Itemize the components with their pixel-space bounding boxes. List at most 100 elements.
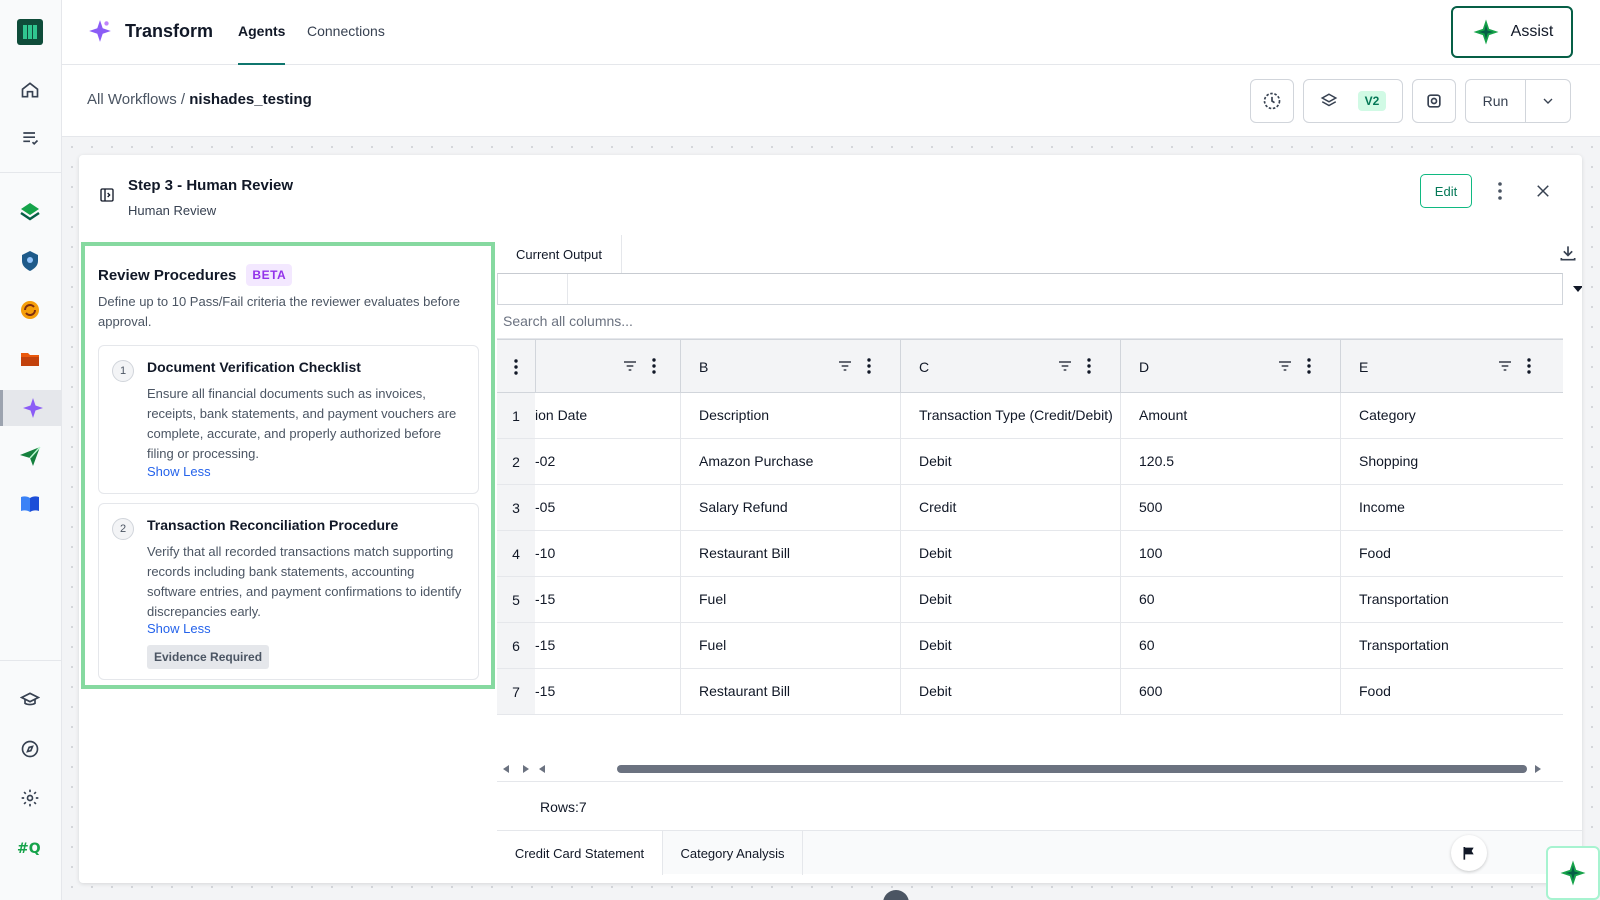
edit-button[interactable]: Edit	[1420, 174, 1472, 208]
send-app-icon[interactable]	[12, 438, 48, 474]
cell-d[interactable]: 120.5	[1120, 439, 1340, 484]
transform-app-icon[interactable]	[0, 390, 62, 426]
cell-a[interactable]: -02	[535, 439, 680, 484]
cell-c[interactable]: Debit	[900, 531, 1120, 576]
search-columns-input[interactable]	[503, 313, 1103, 329]
cell-b[interactable]: Fuel	[680, 623, 900, 668]
download-icon[interactable]	[1558, 243, 1578, 268]
cell-e[interactable]: Transportation	[1340, 623, 1563, 668]
scroll-right-icon[interactable]	[1533, 764, 1543, 774]
column-menu-icon[interactable]	[867, 358, 871, 379]
cell-c[interactable]: Credit	[900, 485, 1120, 530]
column-menu-icon[interactable]	[1527, 358, 1531, 379]
panel-toggle-icon[interactable]	[99, 187, 115, 208]
show-less-link[interactable]: Show Less	[147, 464, 211, 479]
cell-b[interactable]: Restaurant Bill	[680, 669, 900, 714]
column-menu-icon[interactable]	[1307, 358, 1311, 379]
sync-app-icon[interactable]	[12, 292, 48, 328]
folder-app-icon[interactable]	[12, 341, 48, 377]
table-row[interactable]: 5 -15 Fuel Debit 60 Transportation	[497, 577, 1563, 623]
cell-a[interactable]: -15	[535, 669, 680, 714]
history-button[interactable]	[1250, 79, 1294, 123]
cell-b[interactable]: Fuel	[680, 577, 900, 622]
cell-b[interactable]: Amazon Purchase	[680, 439, 900, 484]
scroll-left-icon[interactable]	[537, 764, 547, 774]
show-less-link[interactable]: Show Less	[147, 621, 211, 636]
cell-c[interactable]: Debit	[900, 577, 1120, 622]
tab-current-output[interactable]: Current Output	[497, 235, 622, 273]
table-row[interactable]: 7 -15 Restaurant Bill Debit 600 Food	[497, 669, 1563, 715]
filter-icon[interactable]	[1497, 358, 1513, 379]
column-header-d[interactable]: D	[1120, 340, 1340, 393]
layers-app-icon[interactable]	[12, 194, 48, 230]
breadcrumb-parent[interactable]: All Workflows /	[87, 91, 185, 108]
flag-icon[interactable]	[1451, 835, 1487, 871]
table-row[interactable]: 1 ion Date Description Transaction Type …	[497, 393, 1563, 439]
task-list-icon[interactable]	[12, 120, 48, 156]
cell-e[interactable]: Category	[1340, 393, 1563, 438]
graduation-cap-icon[interactable]	[12, 682, 48, 718]
column-header-b[interactable]: B	[680, 340, 900, 393]
cell-a[interactable]: ion Date	[535, 393, 680, 438]
tab-connections[interactable]: Connections	[307, 23, 385, 65]
cell-c[interactable]: Debit	[900, 439, 1120, 484]
table-row[interactable]: 3 -05 Salary Refund Credit 500 Income	[497, 485, 1563, 531]
column-header-a[interactable]	[535, 340, 680, 393]
table-row[interactable]: 4 -10 Restaurant Bill Debit 100 Food	[497, 531, 1563, 577]
column-menu-icon[interactable]	[652, 358, 656, 379]
cell-c[interactable]: Debit	[900, 623, 1120, 668]
filter-icon[interactable]	[622, 358, 638, 379]
cell-e[interactable]: Food	[1340, 669, 1563, 714]
column-header-c[interactable]: C	[900, 340, 1120, 393]
horizontal-scrollbar[interactable]	[497, 761, 1563, 777]
version-button[interactable]: V2	[1303, 79, 1403, 123]
filter-icon[interactable]	[1277, 358, 1293, 379]
filter-icon[interactable]	[837, 358, 853, 379]
cell-c[interactable]: Transaction Type (Credit/Debit)	[900, 393, 1120, 438]
formula-bar[interactable]	[497, 273, 1582, 305]
close-icon[interactable]	[1529, 177, 1557, 205]
table-row[interactable]: 2 -02 Amazon Purchase Debit 120.5 Shoppi…	[497, 439, 1563, 485]
sheet-tab-credit-card-statement[interactable]: Credit Card Statement	[497, 831, 663, 875]
app-logo-icon[interactable]	[17, 19, 43, 45]
scrollbar-thumb[interactable]	[617, 765, 1527, 773]
scroll-right-icon[interactable]	[521, 764, 531, 774]
cell-b[interactable]: Description	[680, 393, 900, 438]
cell-e[interactable]: Shopping	[1340, 439, 1563, 484]
cell-a[interactable]: -10	[535, 531, 680, 576]
cell-d[interactable]: 60	[1120, 623, 1340, 668]
cell-d[interactable]: 60	[1120, 577, 1340, 622]
cell-a[interactable]: -05	[535, 485, 680, 530]
cell-e[interactable]: Income	[1340, 485, 1563, 530]
cell-e[interactable]: Food	[1340, 531, 1563, 576]
scroll-left-icon[interactable]	[501, 764, 511, 774]
assist-button[interactable]: Assist	[1451, 6, 1573, 58]
cell-a[interactable]: -15	[535, 623, 680, 668]
home-icon[interactable]	[12, 72, 48, 108]
procedure-card[interactable]: 2 Transaction Reconciliation Procedure V…	[98, 503, 479, 680]
cell-d[interactable]: 500	[1120, 485, 1340, 530]
table-row[interactable]: 6 -15 Fuel Debit 60 Transportation	[497, 623, 1563, 669]
workflow-settings-button[interactable]	[1412, 79, 1456, 123]
run-button[interactable]: Run	[1466, 80, 1526, 122]
cell-b[interactable]: Salary Refund	[680, 485, 900, 530]
cell-c[interactable]: Debit	[900, 669, 1120, 714]
column-menu-icon[interactable]	[1087, 358, 1091, 379]
hashq-app-icon[interactable]: #Q	[12, 830, 48, 866]
column-header-e[interactable]: E	[1340, 340, 1563, 393]
settings-gear-icon[interactable]	[12, 780, 48, 816]
cell-e[interactable]: Transportation	[1340, 577, 1563, 622]
book-app-icon[interactable]	[12, 486, 48, 522]
cell-d[interactable]: Amount	[1120, 393, 1340, 438]
formula-dropdown-chevron-down-icon[interactable]	[1572, 282, 1582, 300]
procedure-card[interactable]: 1 Document Verification Checklist Ensure…	[98, 345, 479, 494]
row-menu-icon[interactable]	[497, 340, 535, 393]
cell-a[interactable]: -15	[535, 577, 680, 622]
compass-icon[interactable]	[12, 731, 48, 767]
cell-d[interactable]: 100	[1120, 531, 1340, 576]
cell-reference-box[interactable]	[498, 274, 568, 304]
assistant-fab-button[interactable]	[1546, 846, 1600, 900]
tab-agents[interactable]: Agents	[238, 23, 286, 65]
filter-icon[interactable]	[1057, 358, 1073, 379]
cell-b[interactable]: Restaurant Bill	[680, 531, 900, 576]
